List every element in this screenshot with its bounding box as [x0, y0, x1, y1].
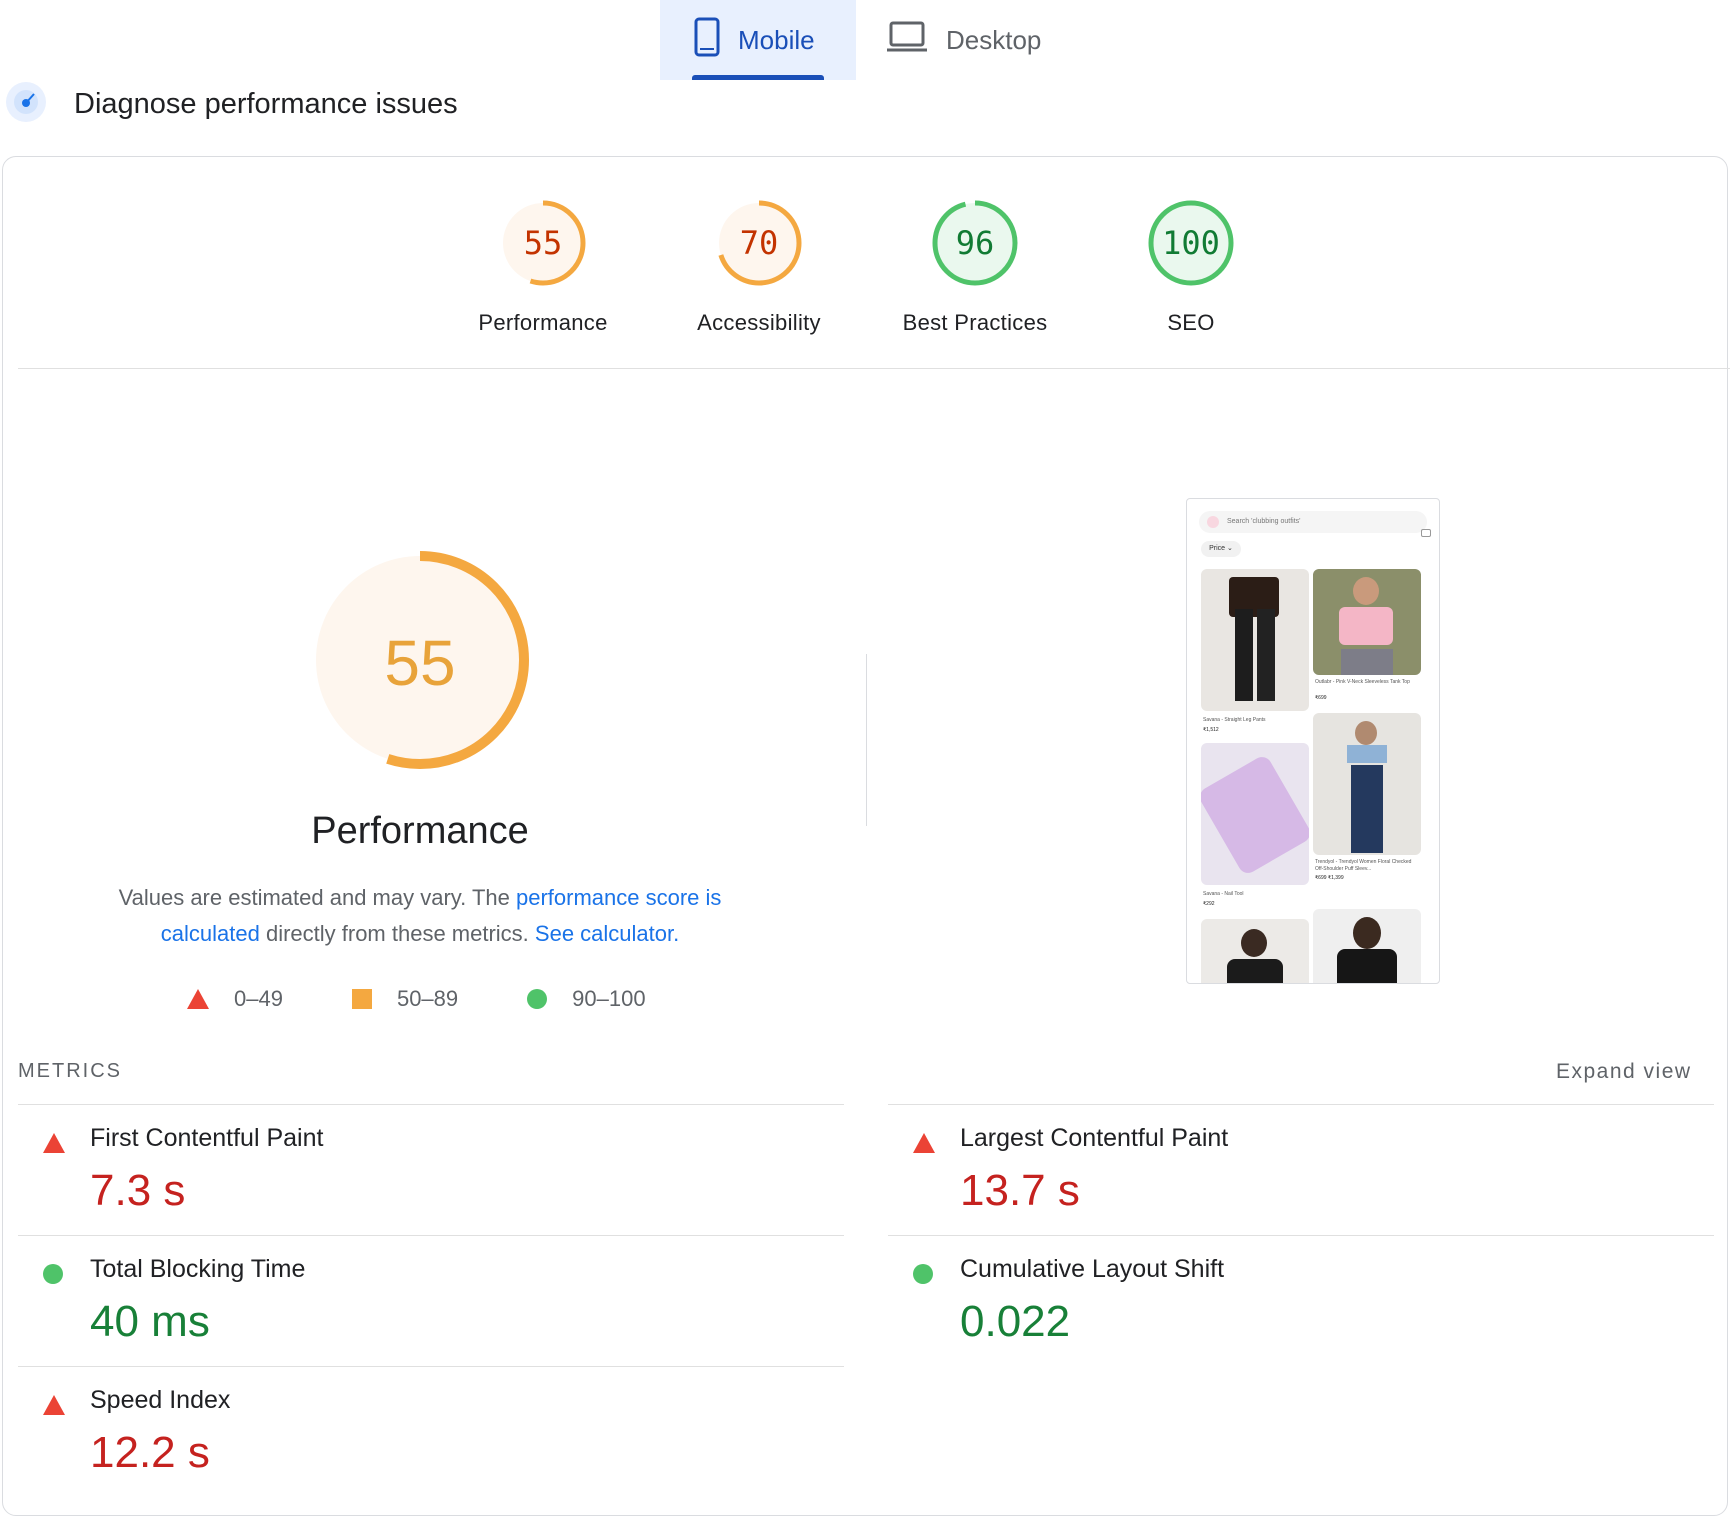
- metric-speed-index: Speed Index 12.2 s: [18, 1378, 778, 1508]
- description-text-2: directly from these metrics.: [259, 921, 535, 946]
- gauge-ring: 70: [716, 200, 802, 286]
- divider: [18, 368, 1730, 369]
- metric-first-contentful-paint: First Contentful Paint 7.3 s: [18, 1116, 778, 1246]
- triangle-icon: [187, 989, 209, 1009]
- gauge-label: Performance: [478, 310, 608, 335]
- score-legend: 0–49 50–89 90–100: [186, 986, 646, 1012]
- metric-value: 0.022: [960, 1297, 1071, 1346]
- laptop-icon: [886, 21, 928, 60]
- metric-name: Largest Contentful Paint: [960, 1124, 1229, 1152]
- thumb-caption: Trendyol - Trendyol Women Floral Checked…: [1315, 859, 1412, 872]
- final-screenshot[interactable]: Search 'clubbing outfits' Price ⌄ Savana…: [1186, 498, 1440, 984]
- metric-value: 7.3 s: [90, 1166, 186, 1215]
- thumb-caption: Savana - Straight Leg Pants: [1203, 717, 1266, 723]
- legend-good: 90–100: [526, 986, 646, 1012]
- metric-divider: [18, 1104, 844, 1105]
- gauge-accessibility[interactable]: 70 Accessibility: [659, 198, 859, 336]
- gauge-label: Accessibility: [697, 310, 821, 335]
- tab-mobile[interactable]: Mobile: [660, 0, 856, 80]
- thumb-product-image: [1313, 909, 1421, 983]
- performance-big-score: 55: [384, 627, 455, 699]
- metric-divider: [18, 1235, 844, 1236]
- performance-title: Performance: [311, 810, 529, 852]
- vertical-divider: [866, 654, 867, 826]
- legend-poor: 0–49: [186, 986, 283, 1012]
- gauge-seo[interactable]: 100 SEO: [1091, 198, 1291, 336]
- tab-desktop[interactable]: Desktop: [886, 0, 1106, 80]
- metric-total-blocking-time: Total Blocking Time 40 ms: [18, 1247, 778, 1377]
- gauge-performance[interactable]: 55 Performance: [443, 198, 643, 336]
- metric-name: Cumulative Layout Shift: [960, 1255, 1225, 1283]
- thumb-product-image: [1313, 569, 1421, 675]
- thumb-search-icon: [1207, 516, 1219, 528]
- thumb-caption: Savana - Nail Tool: [1203, 891, 1244, 897]
- circle-icon: [527, 989, 548, 1009]
- metric-value: 12.2 s: [90, 1428, 210, 1477]
- thumb-product-image: [1201, 743, 1309, 885]
- tab-desktop-label: Desktop: [946, 24, 1042, 55]
- active-tab-indicator: [692, 75, 824, 80]
- gauge-score: 96: [956, 224, 995, 262]
- metric-name: Total Blocking Time: [90, 1255, 306, 1283]
- metric-largest-contentful-paint: Largest Contentful Paint 13.7 s: [888, 1116, 1648, 1246]
- triangle-icon: [42, 1132, 66, 1159]
- metric-divider: [888, 1104, 1714, 1105]
- triangle-icon: [912, 1132, 936, 1159]
- legend-poor-range: 0–49: [234, 986, 283, 1011]
- gauge-ring: 96: [932, 200, 1018, 286]
- thumb-product-image: [1313, 713, 1421, 855]
- circle-icon: [42, 1263, 64, 1290]
- thumb-caption: Outlabr - Pink V-Neck Sleeveless Tank To…: [1315, 679, 1410, 685]
- performance-big-gauge: 55: [310, 550, 530, 775]
- thumb-product-image: [1201, 569, 1309, 711]
- metric-divider: [18, 1366, 844, 1367]
- thumb-price: ₹699 ₹1,399: [1315, 875, 1344, 881]
- thumb-price: ₹1,512: [1203, 727, 1219, 733]
- description-text: Values are estimated and may vary. The: [118, 885, 516, 910]
- legend-good-range: 90–100: [572, 986, 646, 1011]
- gauge-ring: 100: [1148, 200, 1234, 286]
- metric-name: First Contentful Paint: [90, 1124, 324, 1152]
- thumb-filter-pill: Price ⌄: [1201, 541, 1241, 557]
- thumb-search-bar: Search 'clubbing outfits': [1199, 511, 1431, 537]
- metrics-title: METRICS: [18, 1060, 122, 1082]
- square-icon: [351, 989, 372, 1009]
- gauge-score: 70: [740, 224, 779, 262]
- performance-description: Values are estimated and may vary. The p…: [90, 880, 750, 952]
- legend-average: 50–89: [351, 986, 458, 1012]
- page-title: Diagnose performance issues: [74, 88, 458, 120]
- thumb-price: ₹292: [1203, 901, 1215, 907]
- gauge-label: Best Practices: [902, 310, 1048, 335]
- triangle-icon: [42, 1394, 66, 1421]
- gauge-ring: 55: [500, 200, 586, 286]
- expand-view-button[interactable]: Expand view: [1556, 1060, 1692, 1084]
- phone-icon: [694, 17, 720, 64]
- gauge-best-practices[interactable]: 96 Best Practices: [875, 198, 1075, 336]
- metric-name: Speed Index: [90, 1386, 231, 1414]
- gauge-score: 55: [524, 224, 563, 262]
- see-calculator-link[interactable]: See calculator.: [535, 921, 679, 946]
- metric-divider: [888, 1235, 1714, 1236]
- legend-average-range: 50–89: [396, 986, 459, 1011]
- tab-mobile-label: Mobile: [738, 24, 815, 55]
- circle-icon: [912, 1263, 934, 1290]
- gauge-label: SEO: [1167, 310, 1215, 335]
- gauge-score: 100: [1162, 224, 1220, 262]
- metric-cumulative-layout-shift: Cumulative Layout Shift 0.022: [888, 1247, 1648, 1377]
- metric-value: 13.7 s: [960, 1166, 1080, 1215]
- gauge-icon: [6, 82, 46, 122]
- thumb-search-placeholder: Search 'clubbing outfits': [1227, 518, 1301, 525]
- thumb-camera-icon: [1421, 529, 1431, 537]
- thumb-price: ₹699: [1315, 695, 1327, 701]
- metric-value: 40 ms: [90, 1297, 210, 1346]
- thumb-product-image: [1201, 919, 1309, 983]
